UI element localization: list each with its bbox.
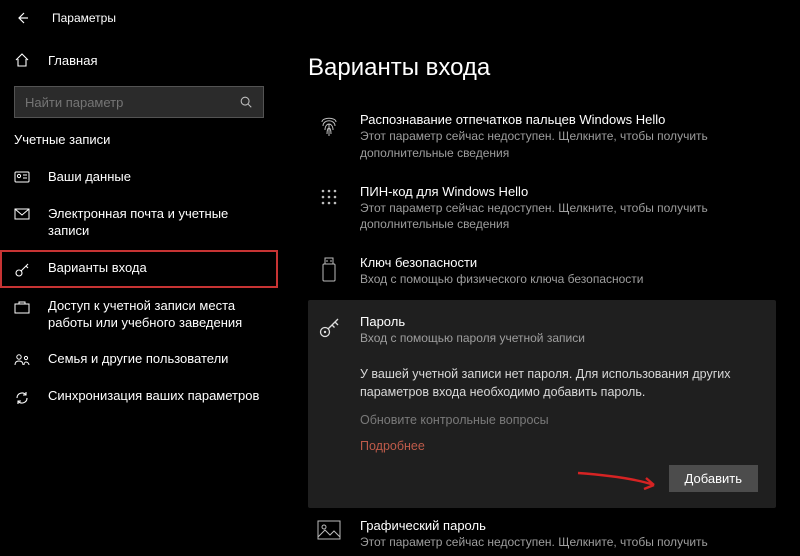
badge-icon — [14, 171, 30, 185]
keypad-icon — [316, 186, 342, 208]
option-title: Распознавание отпечатков пальцев Windows… — [360, 112, 768, 127]
sidebar-item-label: Семья и другие пользователи — [48, 351, 228, 368]
sidebar-item-label: Ваши данные — [48, 169, 131, 186]
search-icon — [239, 95, 253, 109]
sync-icon — [14, 390, 30, 406]
option-title: Пароль — [360, 314, 758, 329]
option-password[interactable]: Пароль Вход с помощью пароля учетной зап… — [308, 300, 776, 508]
sidebar-item-home[interactable]: Главная — [0, 42, 278, 78]
option-desc: Этот параметр сейчас недоступен. Щелкнит… — [360, 534, 768, 556]
back-button[interactable] — [8, 4, 36, 32]
sidebar-item-label: Доступ к учетной записи места работы или… — [48, 298, 264, 332]
option-title: ПИН-код для Windows Hello — [360, 184, 768, 199]
update-questions-link[interactable]: Обновите контрольные вопросы — [360, 413, 758, 427]
section-title: Учетные записи — [0, 130, 278, 159]
sidebar-item-label: Синхронизация ваших параметров — [48, 388, 259, 405]
titlebar: Параметры — [0, 0, 800, 36]
option-title: Графический пароль — [360, 518, 768, 533]
sidebar-item-label: Варианты входа — [48, 260, 147, 277]
sidebar-item-label: Электронная почта и учетные записи — [48, 206, 264, 240]
sidebar-item-signin-options[interactable]: Варианты входа — [0, 250, 278, 288]
option-desc: Этот параметр сейчас недоступен. Щелкнит… — [360, 128, 768, 162]
usb-key-icon — [316, 257, 342, 283]
sidebar-item-email-accounts[interactable]: Электронная почта и учетные записи — [0, 196, 278, 250]
search-input[interactable] — [14, 86, 264, 118]
picture-icon — [316, 520, 342, 540]
option-desc: Вход с помощью пароля учетной записи — [360, 330, 758, 347]
nav-list: Ваши данные Электронная почта и учетные … — [0, 159, 278, 416]
sidebar-item-label: Главная — [48, 53, 97, 68]
briefcase-icon — [14, 300, 30, 314]
option-pin[interactable]: ПИН-код для Windows Hello Этот параметр … — [308, 174, 776, 246]
add-password-button[interactable]: Добавить — [669, 465, 758, 492]
sidebar-item-family[interactable]: Семья и другие пользователи — [0, 341, 278, 378]
option-desc: Вход с помощью физического ключа безопас… — [360, 271, 768, 288]
search-field[interactable] — [25, 95, 239, 110]
window-title: Параметры — [52, 11, 116, 25]
option-desc: Этот параметр сейчас недоступен. Щелкнит… — [360, 200, 768, 234]
page-title: Варианты входа — [308, 54, 776, 82]
sidebar-item-your-info[interactable]: Ваши данные — [0, 159, 278, 196]
home-icon — [14, 52, 30, 68]
option-picture-password[interactable]: Графический пароль Этот параметр сейчас … — [308, 508, 776, 556]
key-icon — [14, 262, 30, 278]
option-fingerprint[interactable]: Распознавание отпечатков пальцев Windows… — [308, 102, 776, 174]
key-icon — [316, 316, 342, 340]
sidebar: Главная Учетные записи Ваши данные — [0, 36, 278, 556]
option-title: Ключ безопасности — [360, 255, 768, 270]
mail-icon — [14, 208, 30, 220]
people-icon — [14, 353, 30, 367]
annotation-arrow-icon — [576, 469, 666, 495]
option-security-key[interactable]: Ключ безопасности Вход с помощью физичес… — [308, 245, 776, 300]
content-area: Варианты входа Распознавание отпечатков … — [278, 36, 800, 556]
password-info: У вашей учетной записи нет пароля. Для и… — [360, 365, 758, 401]
arrow-left-icon — [14, 10, 30, 26]
sidebar-item-sync[interactable]: Синхронизация ваших параметров — [0, 378, 278, 416]
sidebar-item-work-school[interactable]: Доступ к учетной записи места работы или… — [0, 288, 278, 342]
fingerprint-icon — [316, 114, 342, 140]
learn-more-link[interactable]: Подробнее — [360, 439, 758, 453]
